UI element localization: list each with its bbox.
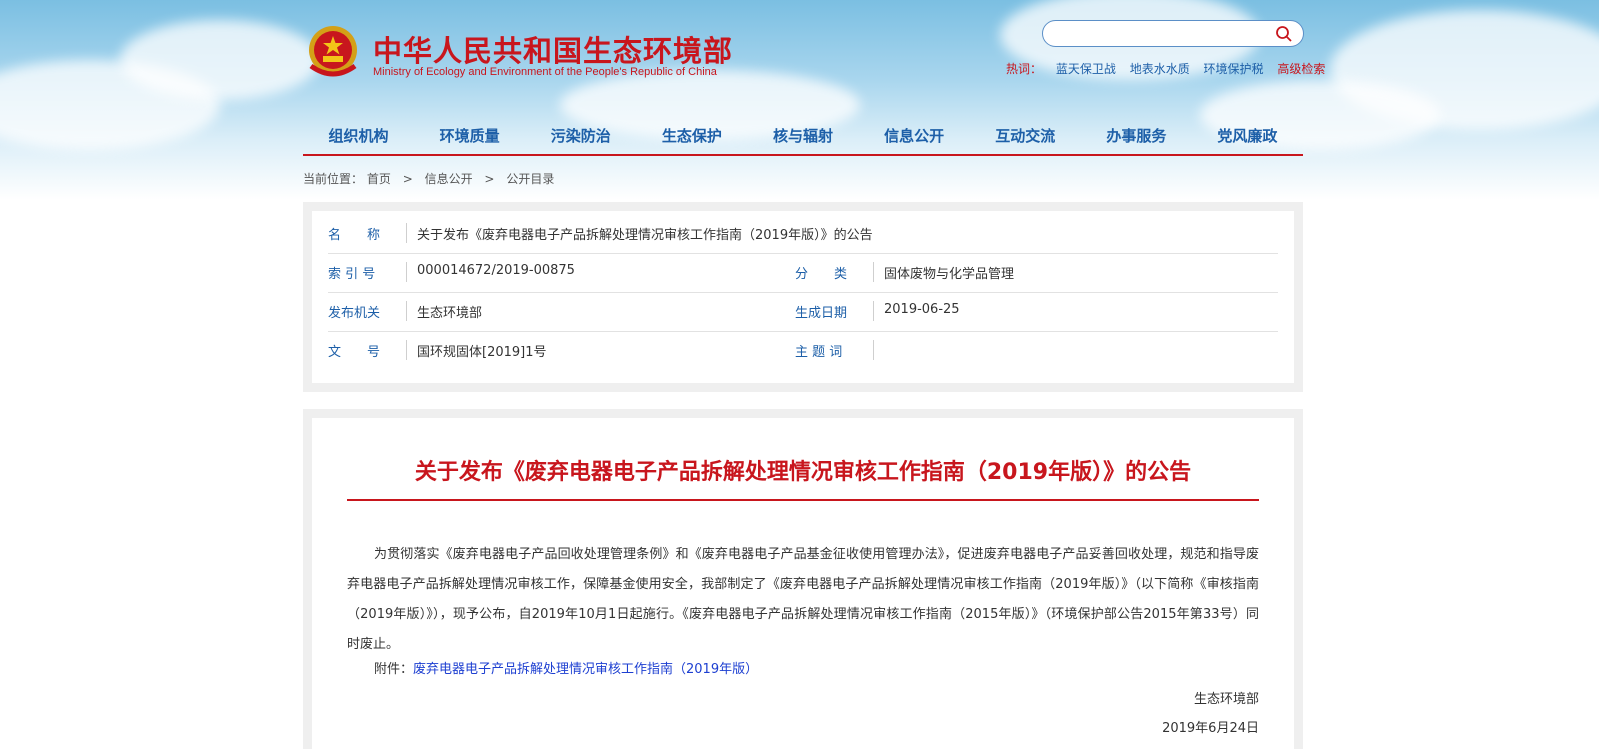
site-subtitle: Ministry of Ecology and Environment of t… [373, 66, 717, 78]
hotwords-label: 热词： [1006, 62, 1043, 76]
divider [406, 301, 407, 321]
divider [873, 301, 874, 321]
divider [873, 262, 874, 282]
index-label: 索 引 号 [328, 267, 376, 282]
breadcrumb: 当前位置： 首页 > 信息公开 > 公开目录 [303, 170, 554, 187]
nav-item-integrity[interactable]: 党风廉政 [1192, 124, 1303, 154]
category-value: 固体废物与化学品管理 [884, 267, 1015, 282]
nav-item-nuclear[interactable]: 核与辐射 [747, 124, 858, 154]
header-background [0, 0, 1599, 200]
breadcrumb-info-disclosure[interactable]: 信息公开 [425, 172, 473, 186]
divider [406, 340, 407, 360]
search-icon[interactable] [1275, 25, 1293, 43]
advanced-search-link[interactable]: 高级检索 [1277, 62, 1325, 76]
name-label: 名 称 [328, 228, 381, 243]
signer: 生态环境部 [1193, 692, 1259, 707]
breadcrumb-home[interactable]: 首页 [367, 172, 391, 186]
document-info-panel: 名 称 关于发布《废弃电器电子产品拆解处理情况审核工作指南（2019年版）》的公… [303, 202, 1303, 392]
article-title: 关于发布《废弃电器电子产品拆解处理情况审核工作指南（2019年版）》的公告 [414, 460, 1192, 485]
divider [406, 262, 407, 282]
article-content: 关于发布《废弃电器电子产品拆解处理情况审核工作指南（2019年版）》的公告 为贯… [312, 418, 1294, 749]
sign-date: 2019年6月24日 [1162, 721, 1259, 736]
nav-item-services[interactable]: 办事服务 [1081, 124, 1192, 154]
date-value: 2019-06-25 [884, 302, 960, 317]
nav-item-org[interactable]: 组织机构 [303, 124, 414, 154]
info-row-index: 索 引 号 000014672/2019-00875 分 类 固体废物与化学品管… [328, 254, 1278, 293]
info-row-name: 名 称 关于发布《废弃电器电子产品拆解处理情况审核工作指南（2019年版）》的公… [328, 215, 1278, 254]
breadcrumb-label: 当前位置： [303, 172, 364, 186]
divider [873, 340, 874, 360]
attachment-link[interactable]: 废弃电器电子产品拆解处理情况审核工作指南（2019年版） [413, 662, 758, 677]
nav-item-eco-protection[interactable]: 生态保护 [636, 124, 747, 154]
nav-item-info-disclosure[interactable]: 信息公开 [859, 124, 970, 154]
document-info-table: 名 称 关于发布《废弃电器电子产品拆解处理情况审核工作指南（2019年版）》的公… [312, 211, 1294, 383]
docno-label: 文 号 [328, 345, 381, 360]
category-label: 分 类 [795, 267, 848, 282]
breadcrumb-separator: > [484, 172, 495, 186]
index-value: 000014672/2019-00875 [417, 263, 575, 278]
date-label: 生成日期 [795, 306, 848, 321]
nav-item-env-quality[interactable]: 环境质量 [414, 124, 525, 154]
hotword-link[interactable]: 环境保护税 [1204, 62, 1264, 76]
article-body: 为贯彻落实《废弃电器电子产品回收处理管理条例》和《废弃电器电子产品基金征收使用管… [347, 547, 1259, 652]
issuer-label: 发布机关 [328, 306, 381, 321]
divider [406, 223, 407, 243]
issuer-value: 生态环境部 [417, 306, 483, 321]
site-title[interactable]: 中华人民共和国生态环境部 [373, 28, 733, 70]
national-emblem-icon[interactable] [303, 22, 363, 82]
title-divider [347, 499, 1259, 501]
docno-value: 国环规固体[2019]1号 [417, 345, 547, 360]
nav-item-pollution[interactable]: 污染防治 [525, 124, 636, 154]
info-row-docno: 文 号 国环规固体[2019]1号 主 题 词 [328, 332, 1278, 370]
breadcrumb-separator: > [402, 172, 413, 186]
hotword-link[interactable]: 蓝天保卫战 [1056, 62, 1116, 76]
nav-item-interaction[interactable]: 互动交流 [970, 124, 1081, 154]
hotwords-bar: 热词： 蓝天保卫战 地表水水质 环境保护税 高级检索 [1006, 60, 1325, 77]
name-value: 关于发布《废弃电器电子产品拆解处理情况审核工作指南（2019年版）》的公告 [417, 228, 873, 243]
hotword-link[interactable]: 地表水水质 [1130, 62, 1190, 76]
subject-label: 主 题 词 [795, 345, 843, 360]
info-row-issuer: 发布机关 生态环境部 生成日期 2019-06-25 [328, 293, 1278, 332]
article-panel: 关于发布《废弃电器电子产品拆解处理情况审核工作指南（2019年版）》的公告 为贯… [303, 409, 1303, 749]
search-box [1042, 20, 1304, 47]
main-nav: 组织机构 环境质量 污染防治 生态保护 核与辐射 信息公开 互动交流 办事服务 … [303, 124, 1303, 156]
attachment-label: 附件： [374, 662, 414, 677]
attachment-line: 附件：废弃电器电子产品拆解处理情况审核工作指南（2019年版） [374, 658, 758, 677]
search-input[interactable] [1055, 24, 1269, 45]
breadcrumb-catalog[interactable]: 公开目录 [506, 172, 554, 186]
